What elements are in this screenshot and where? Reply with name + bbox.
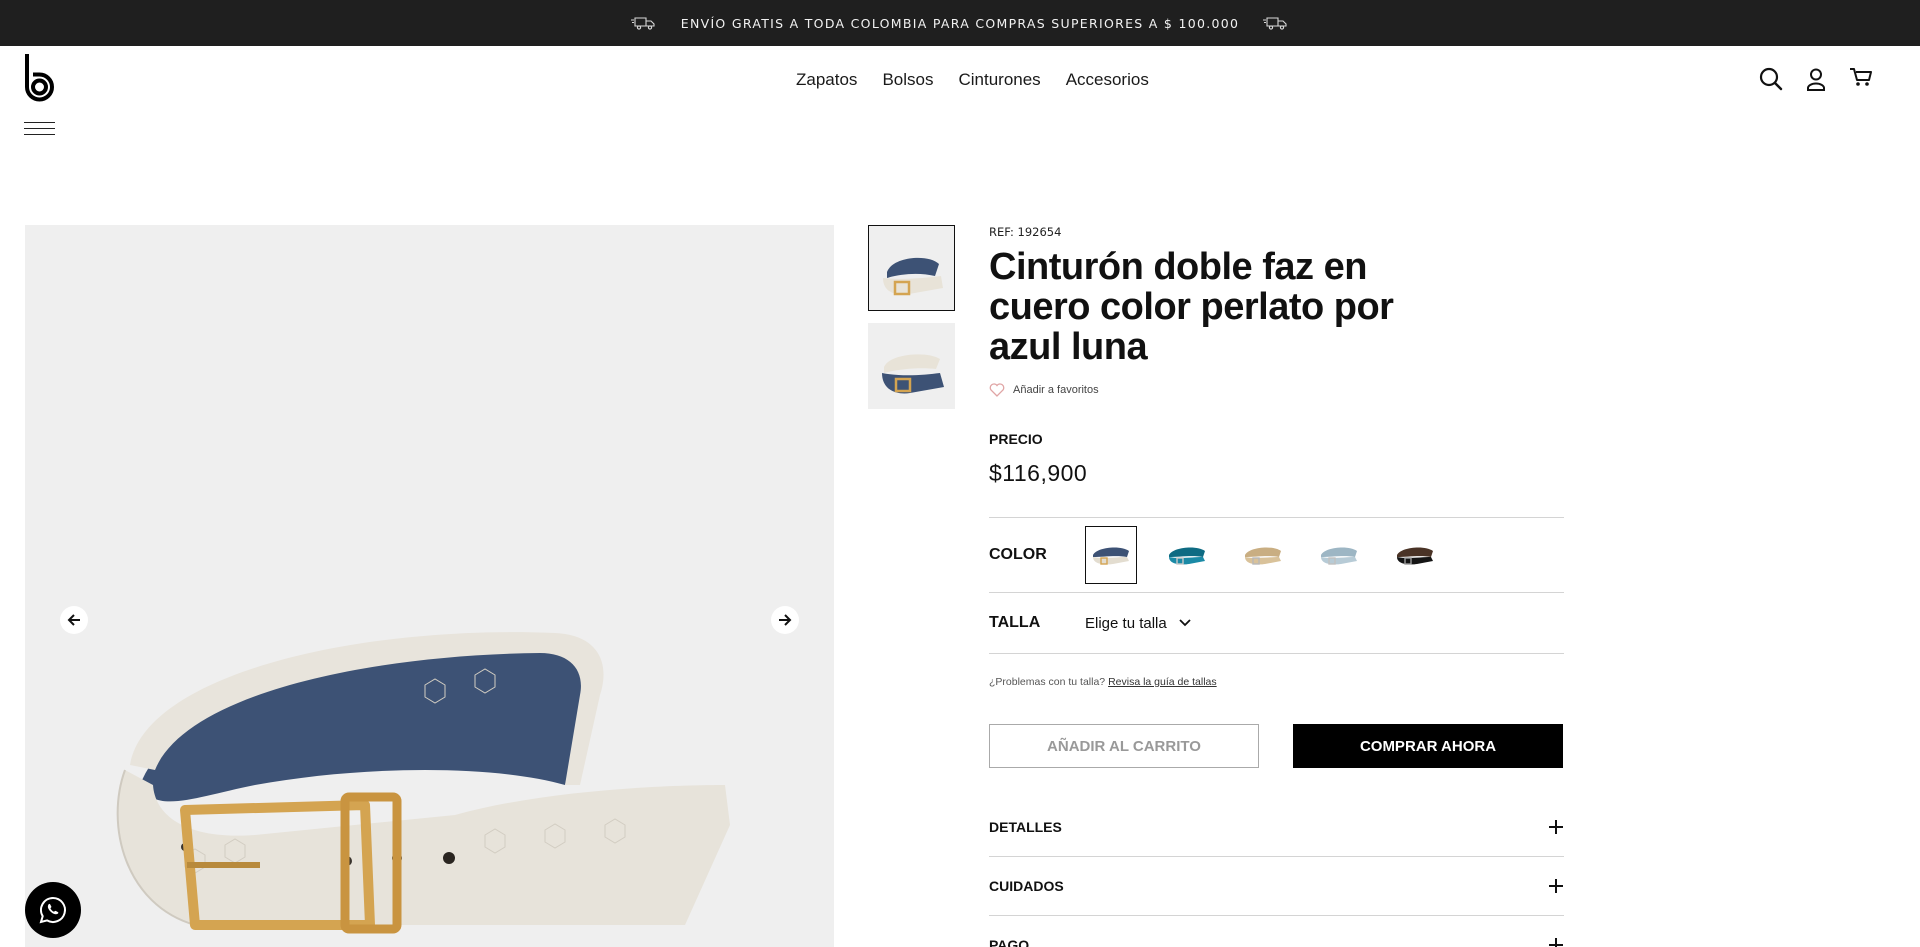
thumbnail-image	[883, 257, 943, 296]
add-favorite-label: Añadir a favoritos	[1013, 384, 1099, 396]
nav-zapatos[interactable]: Zapatos	[796, 70, 857, 90]
heart-icon	[989, 383, 1005, 397]
whatsapp-icon	[39, 896, 66, 924]
size-help-text: ¿Problemas con tu talla?	[989, 676, 1106, 688]
product-ref: REF: 192654	[989, 225, 1062, 239]
divider	[989, 653, 1564, 654]
whatsapp-button[interactable]	[25, 882, 81, 938]
size-label: TALLA	[989, 614, 1041, 631]
size-guide-link[interactable]: Revisa la guía de tallas	[1108, 676, 1217, 688]
add-to-cart-button[interactable]: AÑADIR AL CARRITO	[989, 724, 1259, 768]
thumbnail-2[interactable]	[868, 323, 955, 409]
swatch-image	[1093, 547, 1129, 565]
accordion-pago[interactable]: PAGO	[989, 916, 1564, 947]
truck-icon	[1263, 17, 1287, 30]
size-selector: TALLA Elige tu talla	[989, 593, 1564, 653]
main-nav: Zapatos Bolsos Cinturones Accesorios	[796, 70, 1174, 90]
size-dropdown[interactable]: Elige tu talla	[1085, 615, 1191, 632]
nav-bolsos[interactable]: Bolsos	[882, 70, 933, 90]
color-swatch-turquesa[interactable]	[1161, 526, 1213, 584]
arrow-left-icon	[67, 614, 80, 626]
menu-icon[interactable]	[24, 122, 55, 136]
accordion-detalles[interactable]: DETALLES	[989, 798, 1564, 857]
product-price: $116,900	[989, 460, 1088, 486]
accordion-label: CUIDADOS	[989, 878, 1064, 894]
cart-icon[interactable]	[1848, 64, 1874, 90]
next-image-button[interactable]	[771, 606, 799, 634]
b-logo[interactable]	[24, 54, 56, 106]
accordion-cuidados[interactable]: CUIDADOS	[989, 857, 1564, 916]
price-label: PRECIO	[989, 431, 1043, 447]
announcement-text: ENVÍO GRATIS A TODA COLOMBIA PARA COMPRA…	[680, 15, 1240, 31]
user-icon[interactable]	[1803, 66, 1829, 92]
color-swatch-beige[interactable]	[1237, 526, 1289, 584]
plus-icon	[1549, 820, 1563, 834]
announcement-bar: ENVÍO GRATIS A TODA COLOMBIA PARA COMPRA…	[0, 0, 1920, 46]
color-swatch-celeste[interactable]	[1313, 526, 1365, 584]
belt-image	[116, 632, 730, 934]
accordion-label: DETALLES	[989, 819, 1062, 835]
accordion-label: PAGO	[989, 937, 1030, 947]
thumbnail-1[interactable]	[868, 225, 955, 311]
nav-cinturones[interactable]: Cinturones	[958, 70, 1040, 90]
swatch-image	[1397, 547, 1433, 565]
truck-icon	[630, 17, 655, 30]
size-dropdown-value: Elige tu talla	[1085, 614, 1167, 632]
plus-icon	[1549, 879, 1563, 893]
swatch-image	[1169, 547, 1205, 565]
thumbnail-image	[882, 354, 944, 394]
color-selector: COLOR	[989, 518, 1564, 592]
color-label: COLOR	[989, 546, 1047, 563]
accordions: DETALLES CUIDADOS PAGO	[989, 798, 1564, 947]
buy-now-button[interactable]: COMPRAR AHORA	[1293, 724, 1563, 768]
swatch-image	[1321, 547, 1357, 565]
plus-icon	[1549, 938, 1563, 947]
prev-image-button[interactable]	[60, 606, 88, 634]
swatch-image	[1245, 547, 1281, 565]
add-favorite-button[interactable]: Añadir a favoritos	[989, 383, 1564, 397]
nav-accesorios[interactable]: Accesorios	[1066, 70, 1149, 90]
arrow-right-icon	[779, 614, 792, 626]
product-title: Cinturón doble faz en cuero color perlat…	[989, 246, 1394, 368]
color-swatch-cafe-negro[interactable]	[1389, 526, 1441, 584]
search-icon[interactable]	[1758, 66, 1784, 92]
chevron-down-icon	[1179, 619, 1191, 627]
product-info: REF: 192654 Cinturón doble faz en cuero …	[989, 225, 1564, 947]
purchase-buttons: AÑADIR AL CARRITO COMPRAR AHORA	[989, 724, 1564, 768]
product-main-image	[25, 225, 834, 947]
size-help: ¿Problemas con tu talla? Revisa la guía …	[989, 676, 1564, 688]
color-swatch-perlato-azul[interactable]	[1085, 526, 1137, 584]
